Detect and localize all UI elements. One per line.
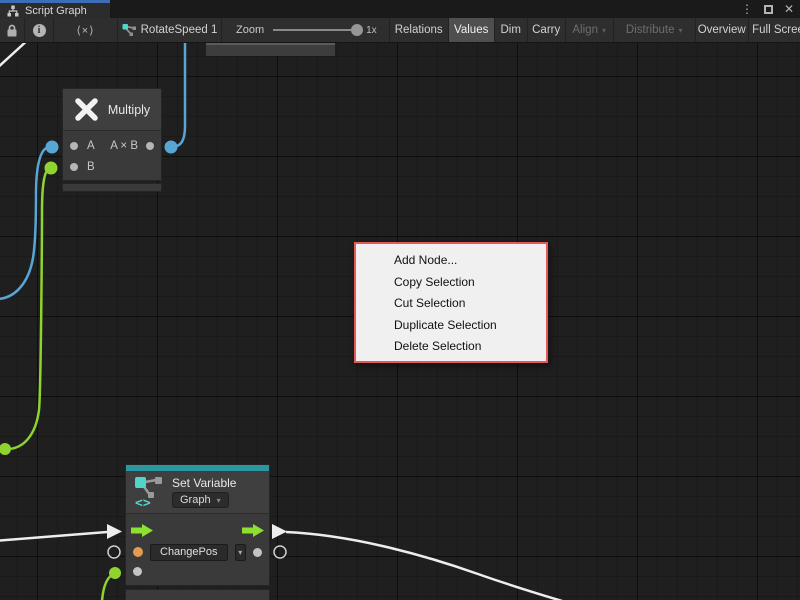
multiply-row-b: B bbox=[63, 156, 161, 177]
port-label-b: B bbox=[87, 161, 95, 173]
set-variable-title: Set Variable bbox=[172, 476, 236, 490]
zoom-value: 1x bbox=[366, 25, 377, 36]
set-variable-icon: <> bbox=[134, 475, 164, 511]
carry-button[interactable]: Carry bbox=[528, 18, 566, 42]
lock-button[interactable] bbox=[0, 18, 25, 42]
node-set-variable[interactable]: <> Set Variable Graph ▾ ChangePos bbox=[125, 464, 270, 586]
align-button[interactable]: Align ▾ bbox=[566, 18, 614, 42]
menu-item-delete-selection[interactable]: Delete Selection bbox=[356, 336, 546, 358]
full-screen-button[interactable]: Full Screen bbox=[749, 18, 800, 42]
toolbar: i ⟨×⟩ RotateSpeed 1 Zoom 1x Relations Va… bbox=[0, 18, 800, 43]
set-variable-header[interactable]: <> Set Variable Graph ▾ bbox=[126, 471, 269, 514]
relations-button[interactable]: Relations bbox=[390, 18, 449, 42]
values-button[interactable]: Values bbox=[449, 18, 495, 42]
set-variable-flow-row bbox=[126, 519, 269, 541]
lock-icon bbox=[6, 24, 18, 37]
set-variable-name-row: ChangePos ▾ bbox=[126, 541, 269, 563]
port-output-value[interactable] bbox=[253, 548, 262, 557]
port-label-output: A × B bbox=[110, 140, 138, 152]
align-label: Align bbox=[572, 24, 598, 36]
window-controls: ⋮ ✕ bbox=[741, 0, 794, 18]
multiply-x-icon bbox=[74, 97, 99, 122]
port-variable-name[interactable] bbox=[133, 547, 143, 557]
zoom-slider[interactable] bbox=[273, 29, 357, 31]
variables-icon: ⟨×⟩ bbox=[76, 24, 94, 37]
flow-input-arrow-icon[interactable] bbox=[131, 524, 153, 537]
overview-button[interactable]: Overview bbox=[696, 18, 749, 42]
chevron-down-icon: ▾ bbox=[678, 26, 682, 35]
tab-title: Script Graph bbox=[25, 5, 87, 17]
graph-hierarchy-icon bbox=[7, 5, 19, 17]
partial-node-top[interactable] bbox=[206, 43, 335, 56]
menu-item-cut-selection[interactable]: Cut Selection bbox=[356, 293, 546, 315]
variable-scope-label: Graph bbox=[180, 494, 211, 506]
zoom-label: Zoom bbox=[236, 24, 264, 36]
close-icon[interactable]: ✕ bbox=[784, 0, 794, 18]
chevron-down-icon: ▾ bbox=[602, 26, 606, 35]
multiply-title: Multiply bbox=[108, 103, 150, 117]
zoom-control: Zoom 1x bbox=[222, 18, 390, 42]
menu-item-duplicate-selection[interactable]: Duplicate Selection bbox=[356, 315, 546, 337]
variable-name-dropdown-arrow[interactable]: ▾ bbox=[235, 544, 247, 561]
variable-scope-dropdown[interactable]: Graph ▾ bbox=[172, 492, 229, 508]
variable-name-label: ChangePos bbox=[160, 546, 218, 558]
context-menu: Add Node... Copy Selection Cut Selection… bbox=[354, 242, 548, 363]
multiply-row-a: A A × B bbox=[63, 135, 161, 156]
tab-bar: Script Graph ⋮ ✕ bbox=[0, 0, 800, 18]
flow-output-arrow-icon[interactable] bbox=[242, 524, 264, 537]
dim-button[interactable]: Dim bbox=[495, 18, 528, 42]
tab-script-graph[interactable]: Script Graph bbox=[0, 0, 110, 18]
chevron-down-icon: ▾ bbox=[217, 496, 221, 505]
set-variable-input-row bbox=[126, 563, 269, 585]
code-brackets-icon: <> bbox=[135, 496, 151, 511]
breadcrumb[interactable]: RotateSpeed 1 bbox=[118, 18, 222, 42]
set-variable-footer bbox=[125, 589, 270, 600]
menu-item-add-node[interactable]: Add Node... bbox=[356, 250, 546, 272]
info-icon: i bbox=[33, 24, 46, 37]
script-graph-window: Multiply A A × B B <> bbox=[0, 0, 800, 600]
breadcrumb-label: RotateSpeed 1 bbox=[141, 24, 218, 36]
multiply-header[interactable]: Multiply bbox=[63, 89, 161, 131]
window-menu-icon[interactable]: ⋮ bbox=[741, 0, 753, 18]
port-input-a[interactable] bbox=[70, 142, 78, 150]
multiply-footer bbox=[62, 183, 162, 192]
port-input-value[interactable] bbox=[133, 567, 142, 576]
graph-breadcrumb-icon bbox=[122, 23, 137, 37]
maximize-icon[interactable] bbox=[764, 5, 773, 14]
variable-name-dropdown[interactable]: ChangePos bbox=[150, 544, 228, 561]
distribute-button[interactable]: Distribute ▾ bbox=[614, 18, 696, 42]
zoom-slider-handle[interactable] bbox=[351, 24, 363, 36]
chevron-down-icon: ▾ bbox=[238, 548, 242, 557]
inspect-button[interactable]: i bbox=[25, 18, 54, 42]
menu-item-copy-selection[interactable]: Copy Selection bbox=[356, 272, 546, 294]
port-input-b[interactable] bbox=[70, 163, 78, 171]
node-multiply[interactable]: Multiply A A × B B bbox=[62, 88, 162, 181]
port-label-a: A bbox=[87, 140, 95, 152]
variables-button[interactable]: ⟨×⟩ bbox=[54, 18, 118, 42]
distribute-label: Distribute bbox=[626, 24, 675, 36]
port-output-result[interactable] bbox=[146, 142, 154, 150]
